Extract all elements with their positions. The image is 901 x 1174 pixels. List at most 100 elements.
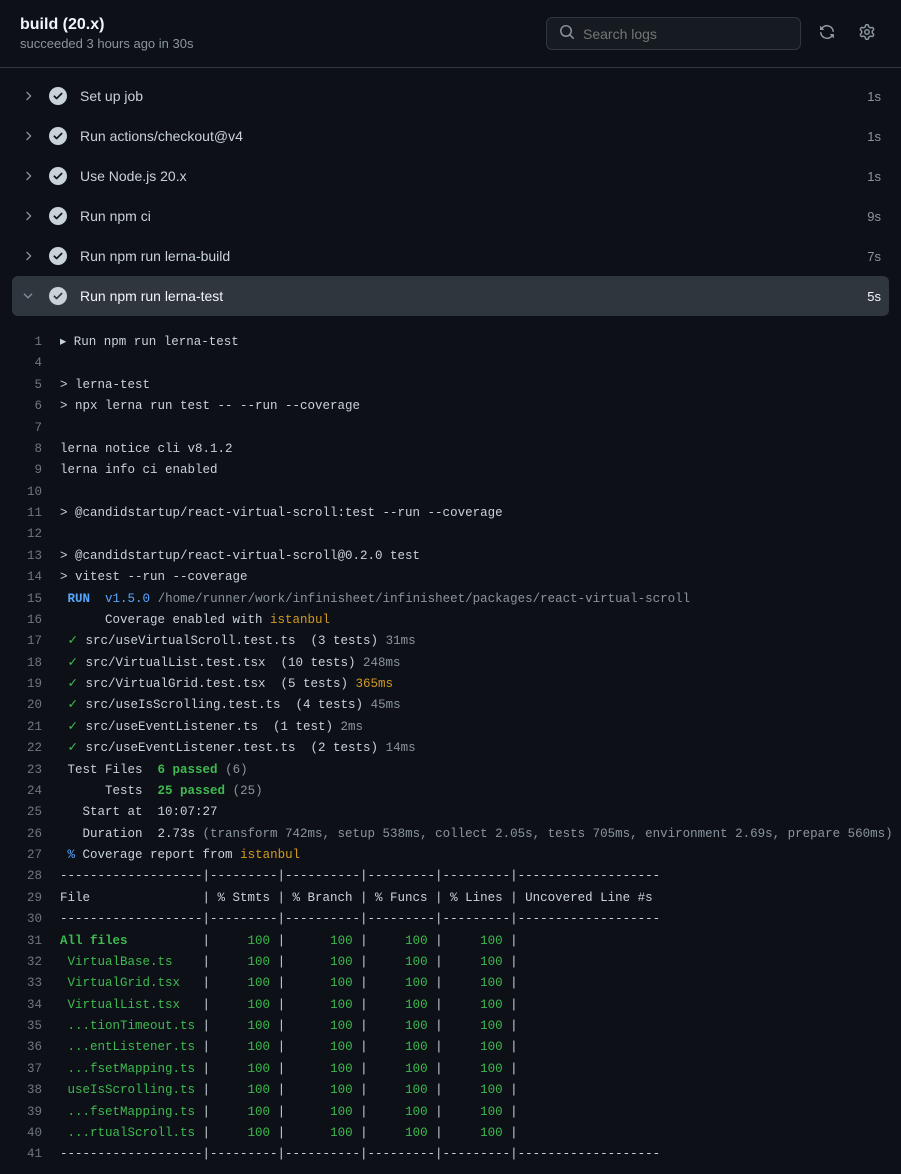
- line-number: 20: [20, 696, 60, 715]
- line-text: -------------------|---------|----------…: [60, 867, 660, 886]
- line-text: RUN v1.5.0 /home/runner/work/infinisheet…: [60, 590, 690, 609]
- line-text: lerna notice cli v8.1.2: [60, 440, 233, 459]
- line-text: > @candidstartup/react-virtual-scroll:te…: [60, 504, 503, 523]
- line-number: 5: [20, 376, 60, 395]
- log-line: 39 ...fsetMapping.ts | 100 | 100 | 100 |…: [0, 1102, 901, 1123]
- line-number: 40: [20, 1124, 60, 1143]
- step-name: Use Node.js 20.x: [80, 168, 855, 184]
- line-text: ▸ Run npm run lerna-test: [60, 333, 239, 352]
- refresh-icon: [819, 24, 835, 43]
- line-number: 27: [20, 846, 60, 865]
- line-text: > npx lerna run test -- --run --coverage: [60, 397, 360, 416]
- log-line: 8lerna notice cli v8.1.2: [0, 439, 901, 460]
- line-text: Tests 25 passed (25): [60, 782, 263, 801]
- log-line: 21 ✓ src/useEventListener.ts (1 test) 2m…: [0, 717, 901, 738]
- search-box[interactable]: [546, 17, 801, 50]
- line-number: 33: [20, 974, 60, 993]
- check-circle-icon: [48, 126, 68, 146]
- log-line: 41-------------------|---------|--------…: [0, 1144, 901, 1165]
- line-text: ✓ src/useEventListener.test.ts (2 tests)…: [60, 739, 416, 758]
- line-number: 8: [20, 440, 60, 459]
- step-duration: 1s: [867, 169, 881, 184]
- step-duration: 5s: [867, 289, 881, 304]
- line-number: 34: [20, 996, 60, 1015]
- step-name: Run npm ci: [80, 208, 855, 224]
- log-line: 7: [0, 418, 901, 439]
- step-duration: 1s: [867, 129, 881, 144]
- line-number: 19: [20, 675, 60, 694]
- step-row[interactable]: Run npm run lerna-build7s: [0, 236, 901, 276]
- search-icon: [559, 24, 583, 43]
- log-line: 10: [0, 482, 901, 503]
- log-line: 30-------------------|---------|--------…: [0, 909, 901, 930]
- line-number: 10: [20, 483, 60, 502]
- line-number: 14: [20, 568, 60, 587]
- step-row[interactable]: Run actions/checkout@v4 1s: [0, 116, 901, 156]
- log-line: 24 Tests 25 passed (25): [0, 781, 901, 802]
- line-number: 4: [20, 354, 60, 373]
- log-line: 35 ...tionTimeout.ts | 100 | 100 | 100 |…: [0, 1016, 901, 1037]
- line-text: ✓ src/useEventListener.ts (1 test) 2ms: [60, 718, 363, 737]
- log-line: 19 ✓ src/VirtualGrid.test.tsx (5 tests) …: [0, 674, 901, 695]
- line-text: ...rtualScroll.ts | 100 | 100 | 100 | 10…: [60, 1124, 660, 1143]
- search-input[interactable]: [583, 26, 788, 42]
- line-text: All files | 100 | 100 | 100 | 100 |: [60, 932, 660, 951]
- line-number: 18: [20, 654, 60, 673]
- log-line: 18 ✓ src/VirtualList.test.tsx (10 tests)…: [0, 653, 901, 674]
- check-circle-icon: [48, 166, 68, 186]
- line-text: ...fsetMapping.ts | 100 | 100 | 100 | 10…: [60, 1060, 660, 1079]
- line-text: > vitest --run --coverage: [60, 568, 248, 587]
- line-text: ...entListener.ts | 100 | 100 | 100 | 10…: [60, 1038, 660, 1057]
- refresh-button[interactable]: [813, 18, 841, 49]
- line-number: 16: [20, 611, 60, 630]
- step-row[interactable]: Run npm run lerna-test5s: [12, 276, 889, 316]
- line-number: 30: [20, 910, 60, 929]
- line-number: 15: [20, 590, 60, 609]
- log-line: 9lerna info ci enabled: [0, 460, 901, 481]
- step-duration: 1s: [867, 89, 881, 104]
- log-line: 36 ...entListener.ts | 100 | 100 | 100 |…: [0, 1037, 901, 1058]
- line-text: VirtualGrid.tsx | 100 | 100 | 100 | 100 …: [60, 974, 660, 993]
- log-line: 26 Duration 2.73s (transform 742ms, setu…: [0, 824, 901, 845]
- line-text: VirtualList.tsx | 100 | 100 | 100 | 100 …: [60, 996, 660, 1015]
- log-output: 1▸ Run npm run lerna-test4 5> lerna-test6…: [0, 324, 901, 1174]
- check-circle-icon: [48, 86, 68, 106]
- line-text: -------------------|---------|----------…: [60, 1145, 660, 1164]
- log-line: 34 VirtualList.tsx | 100 | 100 | 100 | 1…: [0, 995, 901, 1016]
- line-text: File | % Stmts | % Branch | % Funcs | % …: [60, 889, 660, 908]
- line-number: 1: [20, 333, 60, 352]
- line-number: 13: [20, 547, 60, 566]
- line-number: 9: [20, 461, 60, 480]
- line-text: ✓ src/VirtualList.test.tsx (10 tests) 24…: [60, 654, 401, 673]
- log-line: 29File | % Stmts | % Branch | % Funcs | …: [0, 888, 901, 909]
- settings-button[interactable]: [853, 18, 881, 49]
- log-line: 22 ✓ src/useEventListener.test.ts (2 tes…: [0, 738, 901, 759]
- chevron-right-icon: [20, 168, 36, 184]
- header: build (20.x) succeeded 3 hours ago in 30…: [0, 0, 901, 68]
- step-name: Run actions/checkout@v4: [80, 128, 855, 144]
- log-line: 5> lerna-test: [0, 375, 901, 396]
- step-row[interactable]: Run npm ci9s: [0, 196, 901, 236]
- step-row[interactable]: Set up job1s: [0, 76, 901, 116]
- line-text: ✓ src/VirtualGrid.test.tsx (5 tests) 365…: [60, 675, 393, 694]
- line-number: 6: [20, 397, 60, 416]
- line-number: 37: [20, 1060, 60, 1079]
- log-line: 20 ✓ src/useIsScrolling.test.ts (4 tests…: [0, 695, 901, 716]
- chevron-right-icon: [20, 128, 36, 144]
- line-number: 28: [20, 867, 60, 886]
- line-text: Start at 10:07:27: [60, 803, 218, 822]
- chevron-down-icon: [20, 288, 36, 304]
- chevron-right-icon: [20, 88, 36, 104]
- chevron-right-icon: [20, 248, 36, 264]
- log-line: 17 ✓ src/useVirtualScroll.test.ts (3 tes…: [0, 631, 901, 652]
- gear-icon: [859, 24, 875, 43]
- line-text: > @candidstartup/react-virtual-scroll@0.…: [60, 547, 420, 566]
- step-row[interactable]: Use Node.js 20.x 1s: [0, 156, 901, 196]
- log-line: 25 Start at 10:07:27: [0, 802, 901, 823]
- line-number: 7: [20, 419, 60, 438]
- check-circle-icon: [48, 246, 68, 266]
- log-line: 6> npx lerna run test -- --run --coverag…: [0, 396, 901, 417]
- line-number: 23: [20, 761, 60, 780]
- line-text: Coverage enabled with istanbul: [60, 611, 330, 630]
- line-text: lerna info ci enabled: [60, 461, 218, 480]
